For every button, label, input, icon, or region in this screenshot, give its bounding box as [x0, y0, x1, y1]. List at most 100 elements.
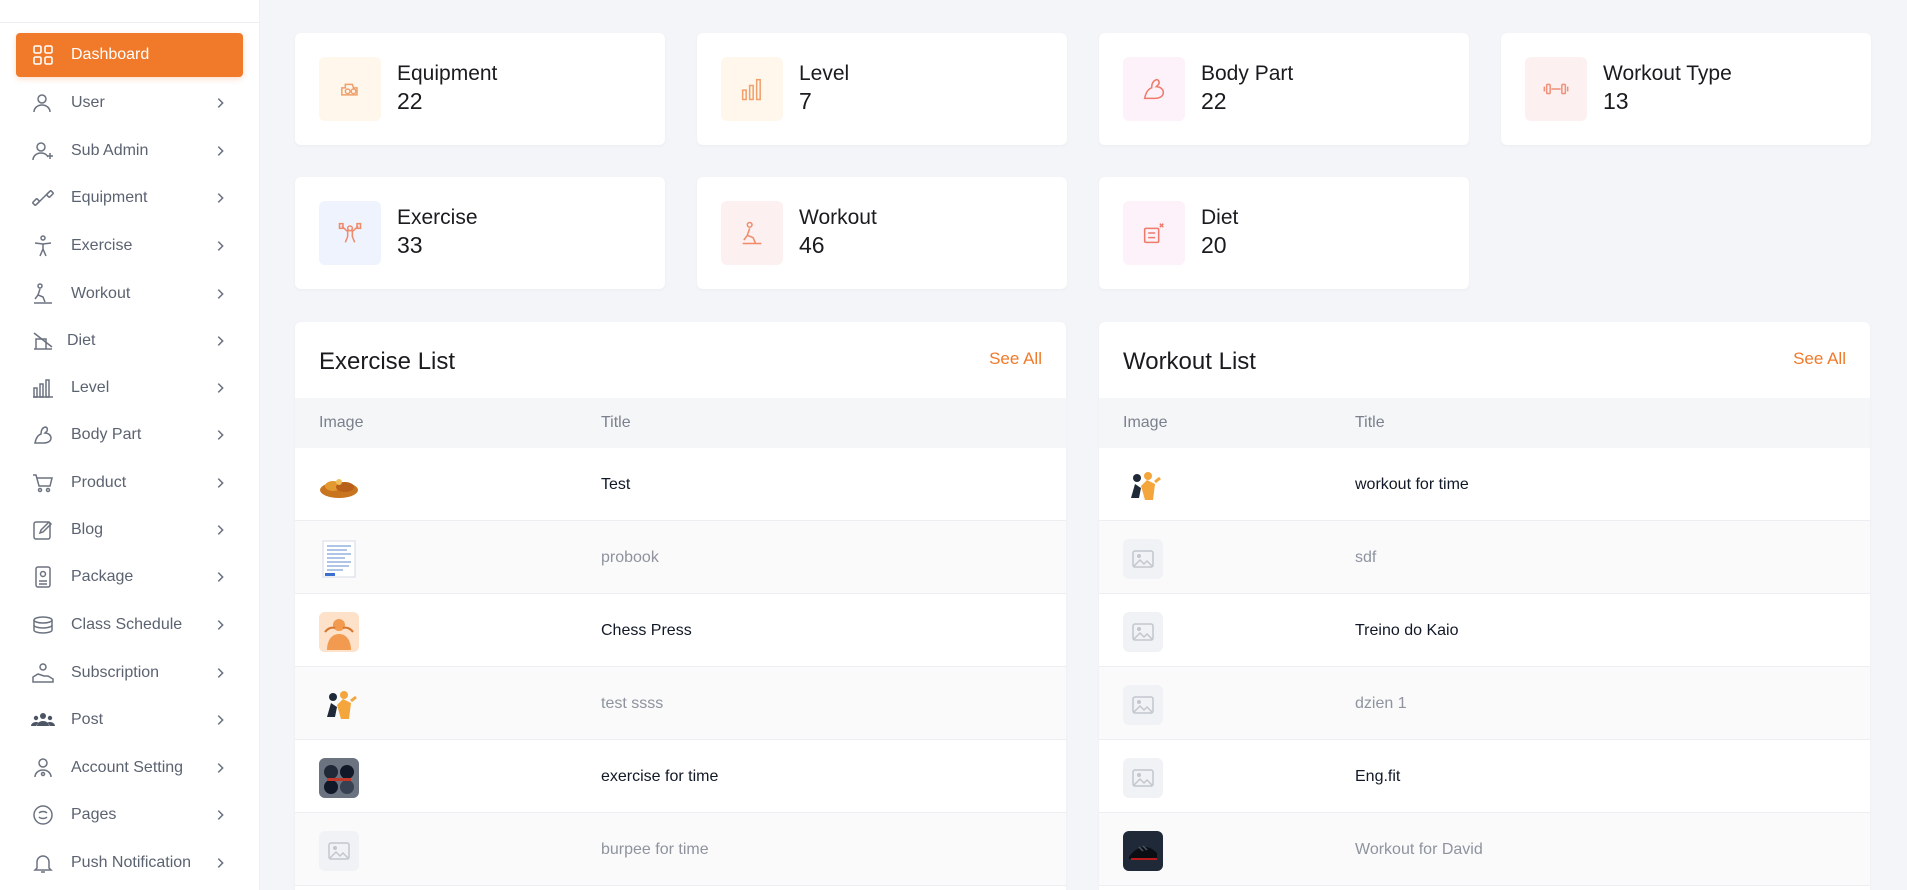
sidebar-item-label: Account Setting [71, 759, 184, 776]
panel-title: Workout List [1123, 348, 1256, 375]
sidebar-item-level[interactable]: Level [16, 366, 243, 410]
sidebar-item-sub-admin[interactable]: Sub Admin [16, 129, 243, 173]
diet-icon [30, 328, 56, 354]
sidebar-item-account-setting[interactable]: Account Setting [16, 746, 243, 790]
placeholder-image [1123, 758, 1163, 798]
table-row[interactable]: probook [295, 521, 1066, 594]
column-header-title: Title [1355, 414, 1385, 431]
row-title: test ssss [601, 695, 664, 712]
stat-card-level[interactable]: Level 7 [697, 33, 1067, 145]
chevron-right-icon [211, 711, 229, 729]
table-row[interactable]: workout for time [1099, 448, 1870, 521]
chevron-right-icon [211, 285, 229, 303]
fitness-image [319, 685, 359, 725]
workout-icon [721, 201, 783, 265]
sidebar-item-pages[interactable]: Pages [16, 793, 243, 837]
sidebar-item-product[interactable]: Product [16, 461, 243, 505]
row-title: sdf [1355, 549, 1377, 566]
table-row[interactable]: Eng.fit [1099, 740, 1870, 813]
user-icon [30, 90, 56, 116]
table-row[interactable]: burpee for time [295, 813, 1066, 886]
stat-card-equipment[interactable]: Equipment 22 [295, 33, 665, 145]
person-exercise-icon [30, 233, 56, 259]
sidebar-item-label: Workout [71, 285, 131, 302]
diet-icon [1123, 201, 1185, 265]
table-header: Image Title [1099, 398, 1870, 448]
chevron-right-icon [211, 474, 229, 492]
sidebar-item-push-notification[interactable]: Push Notification [16, 841, 243, 885]
sidebar-item-label: Sub Admin [71, 142, 149, 159]
see-all-link[interactable]: See All [1793, 349, 1846, 369]
level-icon [721, 57, 783, 121]
sidebar-item-subscription[interactable]: Subscription [16, 651, 243, 695]
shoe-image [1123, 831, 1163, 871]
sidebar-item-label: Push Notification [71, 854, 192, 871]
stat-value: 22 [397, 88, 423, 114]
see-all-link[interactable]: See All [989, 349, 1042, 369]
sidebar-item-user[interactable]: User [16, 81, 243, 125]
row-title: Eng.fit [1355, 768, 1401, 785]
subscription-icon [30, 660, 56, 686]
sidebar-item-label: Class Schedule [71, 616, 183, 633]
stat-card-workout[interactable]: Workout 46 [697, 177, 1067, 289]
schedule-icon [30, 612, 56, 638]
stat-card-workout-type[interactable]: Workout Type 13 [1501, 33, 1871, 145]
row-title: Chess Press [601, 622, 692, 639]
edit-icon [30, 517, 56, 543]
dumbbell-icon [30, 185, 56, 211]
column-header-title: Title [601, 414, 631, 431]
table-header: Image Title [295, 398, 1066, 448]
stat-value: 46 [799, 232, 825, 258]
chevron-right-icon [211, 568, 229, 586]
document-image [319, 539, 359, 579]
stat-card-exercise[interactable]: Exercise 33 [295, 177, 665, 289]
table-row[interactable]: Workout for David [1099, 813, 1870, 886]
sidebar-item-dashboard[interactable]: Dashboard [16, 33, 243, 77]
chevron-right-icon [211, 94, 229, 112]
workout-list-panel: Workout List See All Image Title workout… [1099, 322, 1870, 890]
sidebar-item-class-schedule[interactable]: Class Schedule [16, 603, 243, 647]
table-row[interactable]: test ssss [295, 667, 1066, 740]
table-row[interactable]: dzien 1 [1099, 667, 1870, 740]
athlete-image [319, 612, 359, 652]
row-title: exercise for time [601, 768, 719, 785]
equipment-icon [319, 57, 381, 121]
stat-card-diet[interactable]: Diet 20 [1099, 177, 1469, 289]
chevron-right-icon [211, 237, 229, 255]
row-title: Workout for David [1355, 841, 1483, 858]
table-row[interactable]: Test [295, 448, 1066, 521]
sidebar-item-package[interactable]: Package [16, 555, 243, 599]
stat-label: Diet [1201, 206, 1239, 229]
table-row[interactable]: Treino do Kaio [1099, 594, 1870, 667]
table-row[interactable]: exercise for time [295, 740, 1066, 813]
sidebar-item-workout[interactable]: Workout [16, 272, 243, 316]
stat-card-body-part[interactable]: Body Part 22 [1099, 33, 1469, 145]
body-part-icon [30, 422, 56, 448]
sidebar-item-diet[interactable]: Diet [16, 319, 243, 363]
row-title: Test [601, 476, 631, 493]
sidebar-item-blog[interactable]: Blog [16, 508, 243, 552]
sidebar-item-label: Package [71, 568, 134, 585]
table-row[interactable]: Chess Press [295, 594, 1066, 667]
chevron-right-icon [211, 332, 229, 350]
chevron-right-icon [211, 189, 229, 207]
sidebar-item-label: Dashboard [71, 46, 150, 63]
sidebar-item-body-part[interactable]: Body Part [16, 413, 243, 457]
stat-value: 22 [1201, 88, 1227, 114]
dumbbells-image [319, 758, 359, 798]
sidebar-item-label: Diet [67, 332, 96, 349]
chevron-right-icon [211, 142, 229, 160]
chevron-right-icon [211, 759, 229, 777]
sidebar-item-exercise[interactable]: Exercise [16, 224, 243, 268]
placeholder-image [1123, 539, 1163, 579]
stat-value: 7 [799, 88, 812, 114]
table-row[interactable]: sdf [1099, 521, 1870, 594]
sidebar-divider [0, 22, 259, 23]
sidebar-item-label: Product [71, 474, 127, 491]
fitness-image [1123, 466, 1163, 506]
sidebar-item-post[interactable]: Post [16, 698, 243, 742]
sidebar-item-equipment[interactable]: Equipment [16, 176, 243, 220]
row-title: workout for time [1355, 476, 1469, 493]
bell-icon [30, 850, 56, 876]
exercise-icon [319, 201, 381, 265]
